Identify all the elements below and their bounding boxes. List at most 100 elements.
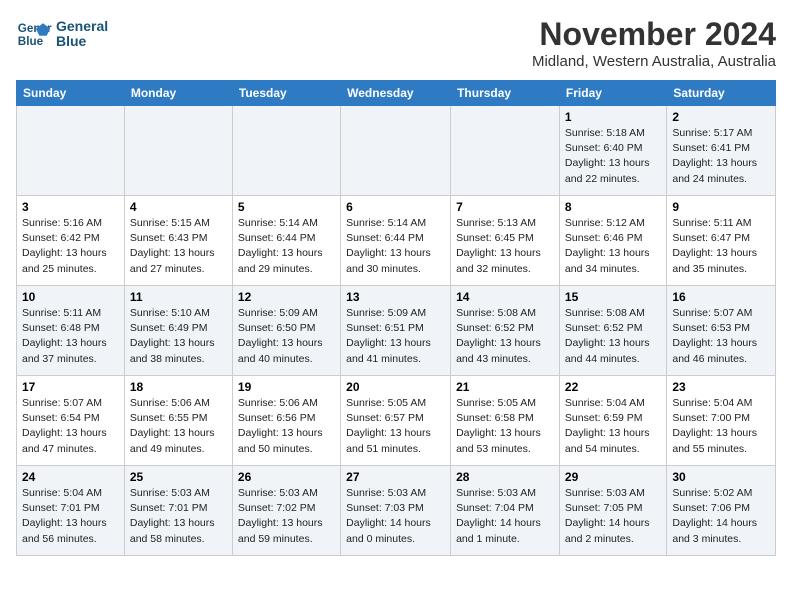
calendar-cell [124, 106, 232, 196]
day-number: 30 [672, 470, 770, 484]
calendar-week-row: 1Sunrise: 5:18 AM Sunset: 6:40 PM Daylig… [17, 106, 776, 196]
calendar-cell: 6 Sunrise: 5:14 AM Sunset: 6:44 PM Daylig… [341, 196, 451, 286]
day-number: 11 [130, 290, 227, 304]
calendar-cell: 13 Sunrise: 5:09 AM Sunset: 6:51 PM Dayli… [341, 286, 451, 376]
header-thursday: Thursday [451, 81, 560, 106]
calendar-cell: 5 Sunrise: 5:14 AM Sunset: 6:44 PM Daylig… [232, 196, 340, 286]
day-info: Sunrise: 5:14 AM Sunset: 6:44 PM Dayligh… [238, 216, 335, 277]
day-number: 15 [565, 290, 661, 304]
day-info: Sunrise: 5:02 AM Sunset: 7:06 PM Dayligh… [672, 486, 770, 547]
day-info: Sunrise: 5:04 AM Sunset: 7:00 PM Dayligh… [672, 396, 770, 457]
calendar-cell: 1Sunrise: 5:18 AM Sunset: 6:40 PM Daylig… [559, 106, 666, 196]
header-wednesday: Wednesday [341, 81, 451, 106]
header-tuesday: Tuesday [232, 81, 340, 106]
calendar-cell: 17Sunrise: 5:07 AM Sunset: 6:54 PM Dayli… [17, 376, 125, 466]
day-info: Sunrise: 5:04 AM Sunset: 7:01 PM Dayligh… [22, 486, 119, 547]
day-number: 3 [22, 200, 119, 214]
calendar-header-row: SundayMondayTuesdayWednesdayThursdayFrid… [17, 81, 776, 106]
calendar-cell [341, 106, 451, 196]
day-info: Sunrise: 5:03 AM Sunset: 7:04 PM Dayligh… [456, 486, 554, 547]
calendar-cell: 28 Sunrise: 5:03 AM Sunset: 7:04 PM Dayli… [451, 466, 560, 556]
day-number: 10 [22, 290, 119, 304]
calendar-cell: 29 Sunrise: 5:03 AM Sunset: 7:05 PM Dayli… [559, 466, 666, 556]
day-info: Sunrise: 5:05 AM Sunset: 6:57 PM Dayligh… [346, 396, 445, 457]
calendar-cell: 26 Sunrise: 5:03 AM Sunset: 7:02 PM Dayli… [232, 466, 340, 556]
calendar-week-row: 17Sunrise: 5:07 AM Sunset: 6:54 PM Dayli… [17, 376, 776, 466]
day-info: Sunrise: 5:05 AM Sunset: 6:58 PM Dayligh… [456, 396, 554, 457]
calendar-cell: 10 Sunrise: 5:11 AM Sunset: 6:48 PM Dayli… [17, 286, 125, 376]
logo-icon: General Blue [16, 16, 52, 52]
calendar-cell: 25Sunrise: 5:03 AM Sunset: 7:01 PM Dayli… [124, 466, 232, 556]
calendar-cell: 21Sunrise: 5:05 AM Sunset: 6:58 PM Dayli… [451, 376, 560, 466]
calendar-week-row: 3 Sunrise: 5:16 AM Sunset: 6:42 PM Daylig… [17, 196, 776, 286]
day-info: Sunrise: 5:14 AM Sunset: 6:44 PM Dayligh… [346, 216, 445, 277]
day-number: 18 [130, 380, 227, 394]
day-info: Sunrise: 5:10 AM Sunset: 6:49 PM Dayligh… [130, 306, 227, 367]
day-number: 2 [672, 110, 770, 124]
header-friday: Friday [559, 81, 666, 106]
day-number: 12 [238, 290, 335, 304]
calendar-cell: 9 Sunrise: 5:11 AM Sunset: 6:47 PM Daylig… [667, 196, 776, 286]
calendar-cell: 24 Sunrise: 5:04 AM Sunset: 7:01 PM Dayli… [17, 466, 125, 556]
calendar-cell: 15 Sunrise: 5:08 AM Sunset: 6:52 PM Dayli… [559, 286, 666, 376]
day-number: 16 [672, 290, 770, 304]
day-number: 20 [346, 380, 445, 394]
day-info: Sunrise: 5:03 AM Sunset: 7:05 PM Dayligh… [565, 486, 661, 547]
day-info: Sunrise: 5:06 AM Sunset: 6:56 PM Dayligh… [238, 396, 335, 457]
day-info: Sunrise: 5:03 AM Sunset: 7:02 PM Dayligh… [238, 486, 335, 547]
calendar-week-row: 10 Sunrise: 5:11 AM Sunset: 6:48 PM Dayli… [17, 286, 776, 376]
header-sunday: Sunday [17, 81, 125, 106]
day-number: 13 [346, 290, 445, 304]
day-info: Sunrise: 5:11 AM Sunset: 6:48 PM Dayligh… [22, 306, 119, 367]
calendar-cell: 8 Sunrise: 5:12 AM Sunset: 6:46 PM Daylig… [559, 196, 666, 286]
day-number: 19 [238, 380, 335, 394]
day-number: 28 [456, 470, 554, 484]
calendar-cell: 2 Sunrise: 5:17 AM Sunset: 6:41 PM Daylig… [667, 106, 776, 196]
calendar-cell: 4Sunrise: 5:15 AM Sunset: 6:43 PM Daylig… [124, 196, 232, 286]
calendar-cell: 7Sunrise: 5:13 AM Sunset: 6:45 PM Daylig… [451, 196, 560, 286]
calendar-cell: 3 Sunrise: 5:16 AM Sunset: 6:42 PM Daylig… [17, 196, 125, 286]
logo: General Blue General Blue [16, 16, 108, 52]
day-info: Sunrise: 5:03 AM Sunset: 7:01 PM Dayligh… [130, 486, 227, 547]
day-info: Sunrise: 5:09 AM Sunset: 6:50 PM Dayligh… [238, 306, 335, 367]
day-info: Sunrise: 5:03 AM Sunset: 7:03 PM Dayligh… [346, 486, 445, 547]
day-number: 6 [346, 200, 445, 214]
calendar-cell: 11 Sunrise: 5:10 AM Sunset: 6:49 PM Dayli… [124, 286, 232, 376]
day-info: Sunrise: 5:12 AM Sunset: 6:46 PM Dayligh… [565, 216, 661, 277]
day-number: 22 [565, 380, 661, 394]
calendar-cell: 23 Sunrise: 5:04 AM Sunset: 7:00 PM Dayli… [667, 376, 776, 466]
day-number: 1 [565, 110, 661, 124]
day-number: 29 [565, 470, 661, 484]
day-number: 26 [238, 470, 335, 484]
calendar-cell: 19 Sunrise: 5:06 AM Sunset: 6:56 PM Dayli… [232, 376, 340, 466]
day-info: Sunrise: 5:16 AM Sunset: 6:42 PM Dayligh… [22, 216, 119, 277]
day-number: 8 [565, 200, 661, 214]
day-number: 5 [238, 200, 335, 214]
day-info: Sunrise: 5:04 AM Sunset: 6:59 PM Dayligh… [565, 396, 661, 457]
calendar-cell: 14Sunrise: 5:08 AM Sunset: 6:52 PM Dayli… [451, 286, 560, 376]
day-number: 9 [672, 200, 770, 214]
day-info: Sunrise: 5:09 AM Sunset: 6:51 PM Dayligh… [346, 306, 445, 367]
calendar-cell: 27Sunrise: 5:03 AM Sunset: 7:03 PM Dayli… [341, 466, 451, 556]
calendar-cell: 18 Sunrise: 5:06 AM Sunset: 6:55 PM Dayli… [124, 376, 232, 466]
calendar-cell: 30 Sunrise: 5:02 AM Sunset: 7:06 PM Dayli… [667, 466, 776, 556]
day-info: Sunrise: 5:11 AM Sunset: 6:47 PM Dayligh… [672, 216, 770, 277]
day-number: 24 [22, 470, 119, 484]
day-info: Sunrise: 5:07 AM Sunset: 6:53 PM Dayligh… [672, 306, 770, 367]
month-year-title: November 2024 [532, 16, 776, 53]
day-number: 14 [456, 290, 554, 304]
calendar-cell: 16 Sunrise: 5:07 AM Sunset: 6:53 PM Dayli… [667, 286, 776, 376]
day-info: Sunrise: 5:07 AM Sunset: 6:54 PM Dayligh… [22, 396, 119, 457]
day-info: Sunrise: 5:08 AM Sunset: 6:52 PM Dayligh… [565, 306, 661, 367]
day-info: Sunrise: 5:17 AM Sunset: 6:41 PM Dayligh… [672, 126, 770, 187]
calendar-cell [17, 106, 125, 196]
day-info: Sunrise: 5:06 AM Sunset: 6:55 PM Dayligh… [130, 396, 227, 457]
calendar-cell: 20 Sunrise: 5:05 AM Sunset: 6:57 PM Dayli… [341, 376, 451, 466]
day-number: 23 [672, 380, 770, 394]
header-saturday: Saturday [667, 81, 776, 106]
day-number: 4 [130, 200, 227, 214]
svg-text:Blue: Blue [18, 35, 44, 48]
title-section: November 2024 Midland, Western Australia… [532, 16, 776, 70]
location-subtitle: Midland, Western Australia, Australia [532, 53, 776, 70]
calendar-cell: 12 Sunrise: 5:09 AM Sunset: 6:50 PM Dayli… [232, 286, 340, 376]
